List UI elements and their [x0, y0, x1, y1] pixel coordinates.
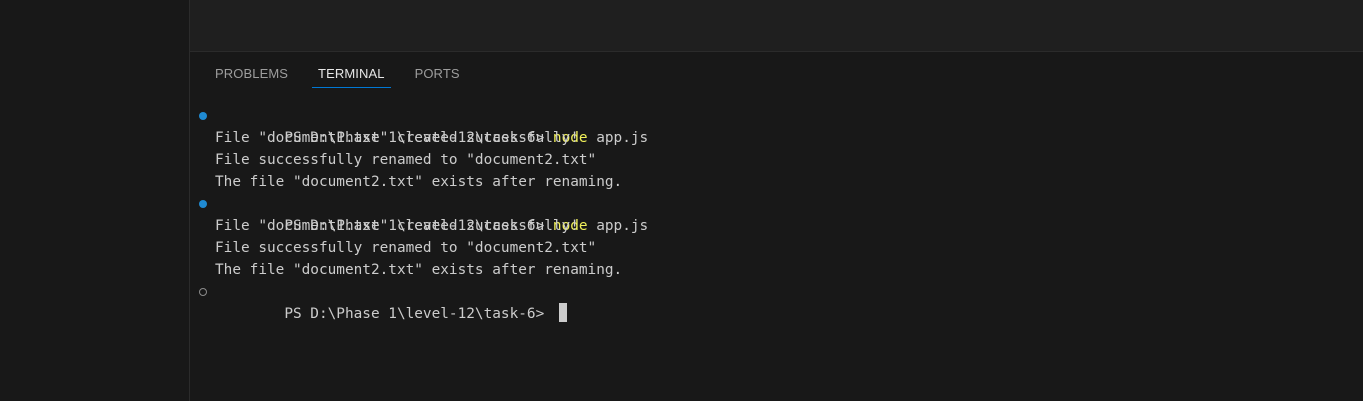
- terminal-command-line: PS D:\Phase 1\level-12\task-6> node app.…: [190, 193, 1363, 234]
- terminal-output-line: File successfully renamed to "document2.…: [215, 240, 597, 256]
- command-success-decoration-icon[interactable]: [199, 112, 207, 120]
- command-pending-decoration-icon[interactable]: [199, 288, 207, 296]
- vscode-window: PROBLEMS TERMINAL PORTS PS D:\Phase 1\le…: [0, 0, 1363, 401]
- terminal-output-line: File "document1.txt" created successfull…: [215, 218, 579, 234]
- terminal-output-line: File successfully renamed to "document2.…: [215, 152, 597, 168]
- command-success-decoration-icon[interactable]: [199, 200, 207, 208]
- terminal-output-line: The file "document2.txt" exists after re…: [215, 262, 623, 278]
- terminal-output[interactable]: PS D:\Phase 1\level-12\task-6> node app.…: [190, 105, 1363, 322]
- editor-area: [190, 0, 1363, 52]
- sidebar-gutter: [0, 0, 190, 401]
- bottom-panel: PROBLEMS TERMINAL PORTS PS D:\Phase 1\le…: [190, 52, 1363, 401]
- panel-tab-bar: PROBLEMS TERMINAL PORTS: [206, 52, 482, 88]
- terminal-current-prompt-line[interactable]: PS D:\Phase 1\level-12\task-6>: [190, 281, 1363, 322]
- tab-terminal[interactable]: TERMINAL: [310, 52, 393, 88]
- tab-problems[interactable]: PROBLEMS: [206, 52, 296, 88]
- terminal-prompt: PS D:\Phase 1\level-12\task-6>: [284, 306, 553, 322]
- terminal-output-line: File "document1.txt" created successfull…: [215, 130, 579, 146]
- terminal-output-line: The file "document2.txt" exists after re…: [215, 174, 623, 190]
- tab-ports[interactable]: PORTS: [407, 52, 468, 88]
- terminal-command-line: PS D:\Phase 1\level-12\task-6> node app.…: [190, 105, 1363, 146]
- terminal-cursor: [558, 303, 567, 322]
